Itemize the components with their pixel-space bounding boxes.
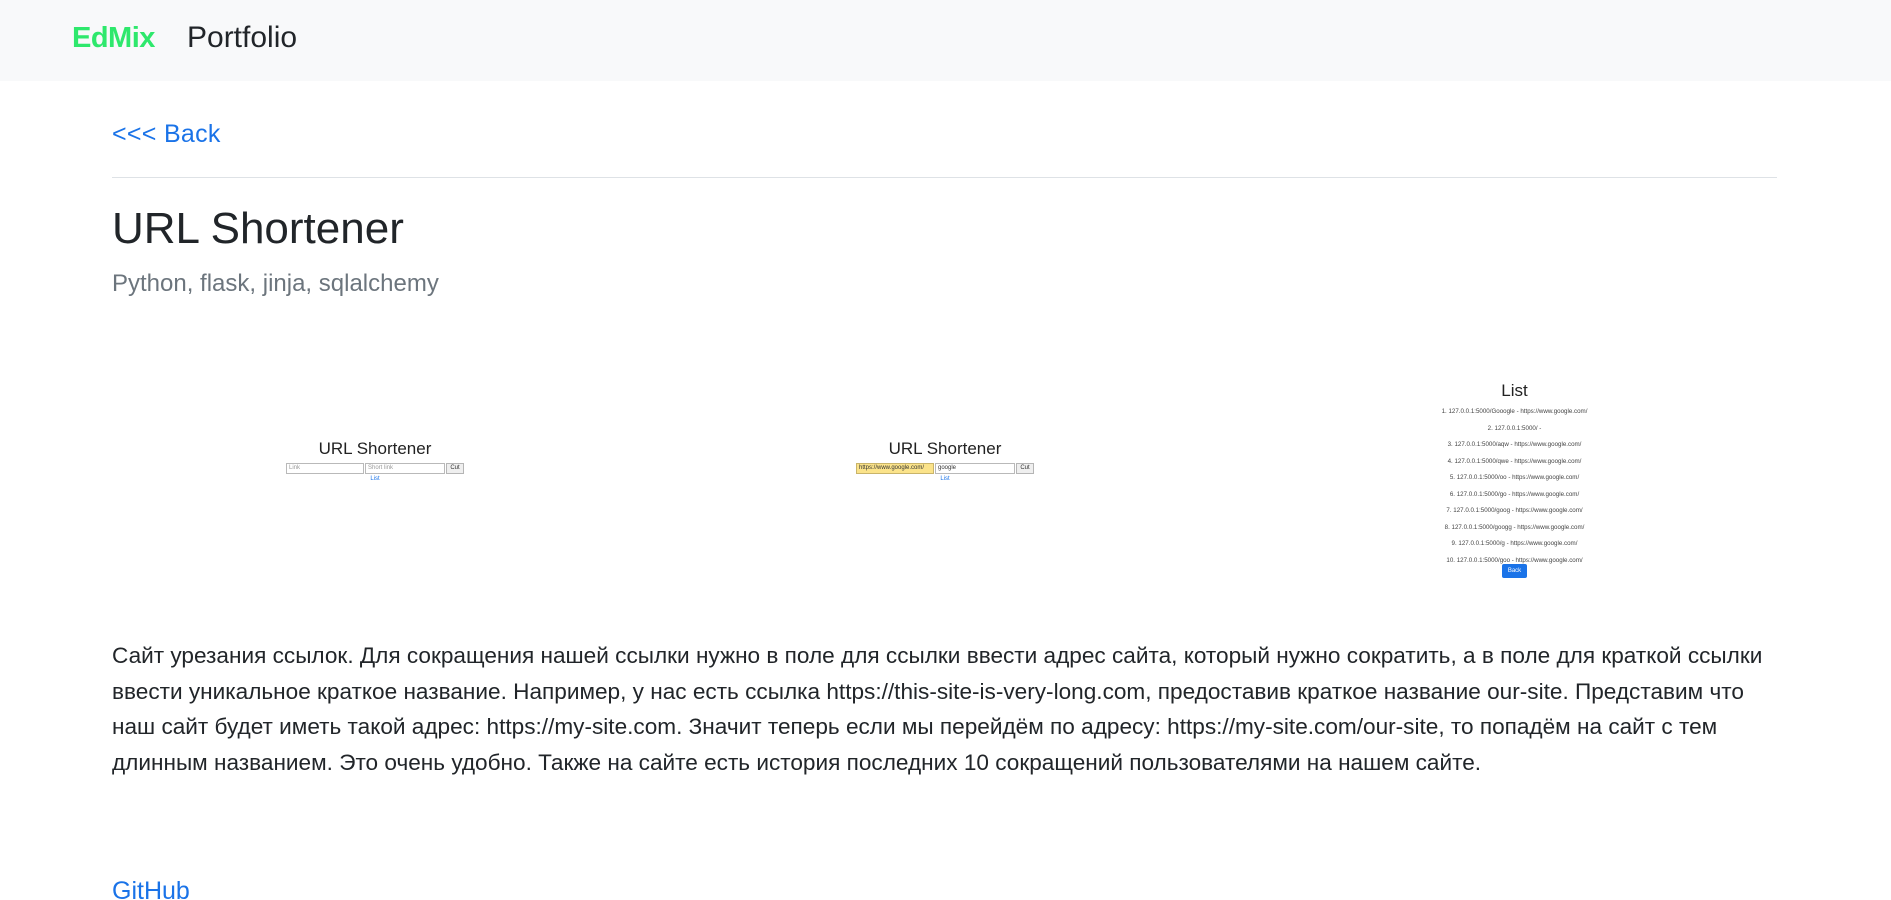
list-item: 8. 127.0.0.1:5000/googg - https://www.go… — [1444, 523, 1585, 531]
list-link-preview: List — [370, 476, 380, 482]
github-link[interactable]: GitHub — [112, 877, 190, 900]
navbar: EdMix Portfolio — [0, 0, 1891, 81]
screenshot-form-empty: URL Shortener Link Short link Cut List — [280, 438, 470, 488]
short-link-input-preview: google — [935, 463, 1015, 474]
link-input-preview: Link — [286, 463, 364, 474]
cut-button-preview: Cut — [1016, 463, 1034, 474]
nav-portfolio-link[interactable]: Portfolio — [187, 21, 297, 55]
history-list-preview: 1. 127.0.0.1:5000/Gooogle - https://www.… — [1432, 404, 1597, 569]
short-link-input-preview: Short link — [365, 463, 445, 474]
screenshot-form-filled: URL Shortener https://www.google.com/ go… — [850, 438, 1040, 488]
list-item: 1. 127.0.0.1:5000/Gooogle - https://www.… — [1441, 408, 1588, 415]
page-title: URL Shortener — [112, 204, 404, 253]
list-item: 3. 127.0.0.1:5000/aqw - https://www.goog… — [1447, 441, 1582, 448]
list-item: 9. 127.0.0.1:5000/g - https://www.google… — [1451, 540, 1578, 547]
brand-logo[interactable]: EdMix — [72, 22, 155, 55]
screenshot-title: List — [1501, 381, 1528, 400]
back-link[interactable]: <<< Back — [112, 120, 221, 149]
list-item: 2. 127.0.0.1:5000/ - — [1487, 424, 1542, 432]
project-description: Сайт урезания ссылок. Для сокращения наш… — [112, 643, 1763, 776]
list-item: 5. 127.0.0.1:5000/oo - https://www.googl… — [1449, 474, 1580, 481]
screenshot-title: URL Shortener — [888, 439, 1002, 458]
list-item: 6. 127.0.0.1:5000/go - https://www.googl… — [1449, 490, 1580, 498]
list-item: 7. 127.0.0.1:5000/goog - https://www.goo… — [1446, 507, 1583, 514]
list-link-preview: List — [940, 476, 950, 482]
list-item: 4. 127.0.0.1:5000/qwe - https://www.goog… — [1447, 457, 1582, 465]
back-button-preview: Back — [1502, 564, 1527, 578]
divider — [112, 177, 1777, 178]
tech-stack: Python, flask, jinja, sqlalchemy — [112, 270, 439, 297]
screenshot-list-page: List 1. 127.0.0.1:5000/Gooogle - https:/… — [1432, 380, 1597, 585]
screenshot-title: URL Shortener — [318, 439, 432, 458]
cut-button-preview: Cut — [446, 463, 464, 474]
link-input-preview: https://www.google.com/ — [856, 463, 934, 474]
